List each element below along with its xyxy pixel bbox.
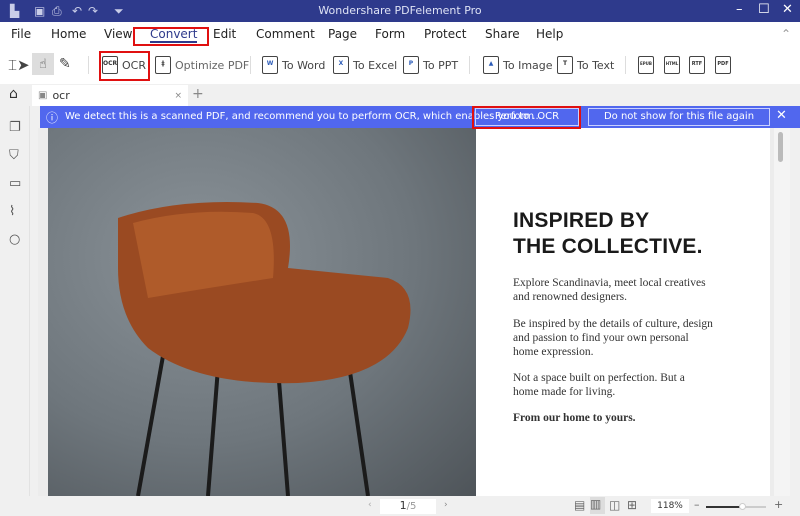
pages-icon[interactable]: ❐ [9, 120, 21, 135]
zoom-field[interactable]: 118% [651, 499, 689, 513]
optimize-label: Optimize PDF [175, 58, 250, 72]
html-icon: HTML [664, 56, 680, 74]
menu-comment[interactable]: Comment [256, 27, 315, 41]
two-page-view-icon[interactable]: ◫ [609, 498, 620, 512]
vertical-scrollbar[interactable] [774, 128, 790, 496]
title-bar: ▙ ▣ ⎙ ↶ ↷ ⏷ Wondershare PDFelement Pro –… [0, 0, 800, 22]
zoom-in-icon[interactable]: + [774, 498, 783, 511]
grid-view-icon[interactable]: ⊞ [627, 498, 637, 512]
paragraph-3: Not a space built on perfection. But a h… [513, 372, 685, 398]
to-html-button[interactable]: HTML [664, 56, 680, 74]
paragraph-4: From our home to yours. [513, 412, 636, 424]
pdfa-icon: PDF [715, 56, 731, 74]
to-excel-button[interactable]: X To Excel [333, 56, 397, 74]
close-banner-icon[interactable]: ✕ [776, 108, 787, 123]
menu-edit[interactable]: Edit [213, 27, 236, 41]
menu-form[interactable]: Form [375, 27, 405, 41]
tab-ocr[interactable]: ▣ ocr × [32, 85, 188, 106]
attachment-icon[interactable]: ⌇ [9, 204, 15, 219]
to-ppt-button[interactable]: P To PPT [403, 56, 458, 74]
paragraph-1: Explore Scandinavia, meet local creative… [513, 277, 706, 303]
window-title: Wondershare PDFelement Pro [318, 4, 482, 17]
to-image-label: To Image [503, 58, 553, 72]
zoom-slider-handle[interactable] [739, 503, 746, 510]
chair-photo [48, 128, 476, 497]
menu-file[interactable]: File [11, 27, 31, 41]
menu-help[interactable]: Help [536, 27, 563, 41]
to-text-button[interactable]: T To Text [557, 56, 614, 74]
prev-page-icon[interactable]: ‹ [368, 500, 372, 510]
menu-bar: File Home View Convert Edit Comment Page… [0, 22, 800, 46]
tab-bar: ⌂ ▣ ocr × + [0, 84, 800, 106]
collapse-ribbon-icon[interactable]: ⌃ [781, 27, 791, 41]
word-icon: W [262, 56, 278, 74]
info-icon: ⓘ [46, 111, 59, 125]
tab-title: ocr [52, 89, 70, 102]
to-word-button[interactable]: W To Word [262, 56, 325, 74]
pdf-page: INSPIRED BY THE COLLECTIVE. Explore Scand… [476, 128, 770, 496]
zoom-slider[interactable] [706, 503, 766, 510]
status-bar: ‹ 1/5 › ▤ ▥ ◫ ⊞ 118% – + [0, 496, 800, 516]
to-ppt-label: To PPT [423, 58, 459, 72]
maximize-icon[interactable]: ☐ [758, 2, 770, 17]
menu-share[interactable]: Share [485, 27, 520, 41]
ocr-notification-banner: ⓘ We detect this is a scanned PDF, and r… [40, 106, 800, 128]
page-number-field[interactable]: 1/5 [380, 499, 436, 514]
epub-icon: EPUB [638, 56, 654, 74]
to-rtf-button[interactable]: RTF [689, 56, 705, 74]
edit-tool-icon[interactable]: ✎ [59, 56, 71, 72]
select-tool-icon[interactable]: ⌶➤ [8, 56, 30, 74]
to-pdfa-button[interactable]: PDF [715, 56, 731, 74]
ppt-icon: P [403, 56, 419, 74]
banner-message: We detect this is a scanned PDF, and rec… [65, 111, 542, 122]
ocr-highlight [99, 51, 150, 81]
home-icon[interactable]: ⌂ [9, 86, 18, 102]
menu-home[interactable]: Home [51, 27, 86, 41]
next-page-icon[interactable]: › [444, 500, 448, 510]
single-page-view-icon[interactable]: ▤ [574, 498, 585, 512]
convert-highlight [133, 27, 209, 46]
bookmark-icon[interactable]: ⛉ [9, 148, 19, 163]
to-word-label: To Word [282, 58, 326, 72]
to-excel-label: To Excel [353, 58, 398, 72]
optimize-pdf-button[interactable]: ǂ Optimize PDF [155, 56, 249, 74]
search-icon[interactable]: ○ [9, 232, 20, 247]
menu-page[interactable]: Page [328, 27, 357, 41]
image-icon: ▲ [483, 56, 499, 74]
perform-ocr-highlight [472, 106, 581, 129]
do-not-show-button[interactable]: Do not show for this file again [588, 108, 770, 126]
menu-protect[interactable]: Protect [424, 27, 466, 41]
menu-view[interactable]: View [104, 27, 132, 41]
minimize-icon[interactable]: – [736, 2, 743, 17]
to-epub-button[interactable]: EPUB [638, 56, 654, 74]
new-tab-icon[interactable]: + [192, 86, 204, 102]
paragraph-2: Be inspired by the details of culture, d… [513, 318, 713, 358]
continuous-view-icon[interactable]: ▥ [590, 497, 605, 514]
to-text-label: To Text [577, 58, 615, 72]
optimize-icon: ǂ [155, 56, 171, 74]
close-tab-icon[interactable]: × [174, 91, 182, 101]
hand-tool-icon[interactable]: ☝ [32, 53, 54, 75]
text-icon: T [557, 56, 573, 74]
left-sidebar: ❐ ⛉ ▭ ⌇ ○ [0, 106, 30, 496]
heading: INSPIRED BY THE COLLECTIVE. [513, 209, 703, 258]
to-image-button[interactable]: ▲ To Image [483, 56, 553, 74]
comment-icon[interactable]: ▭ [9, 176, 21, 191]
rtf-icon: RTF [689, 56, 705, 74]
pdf-file-icon: ▣ [38, 90, 48, 101]
excel-icon: X [333, 56, 349, 74]
zoom-out-icon[interactable]: – [694, 498, 700, 511]
close-icon[interactable]: ✕ [782, 2, 793, 17]
scroll-thumb[interactable] [778, 132, 783, 162]
